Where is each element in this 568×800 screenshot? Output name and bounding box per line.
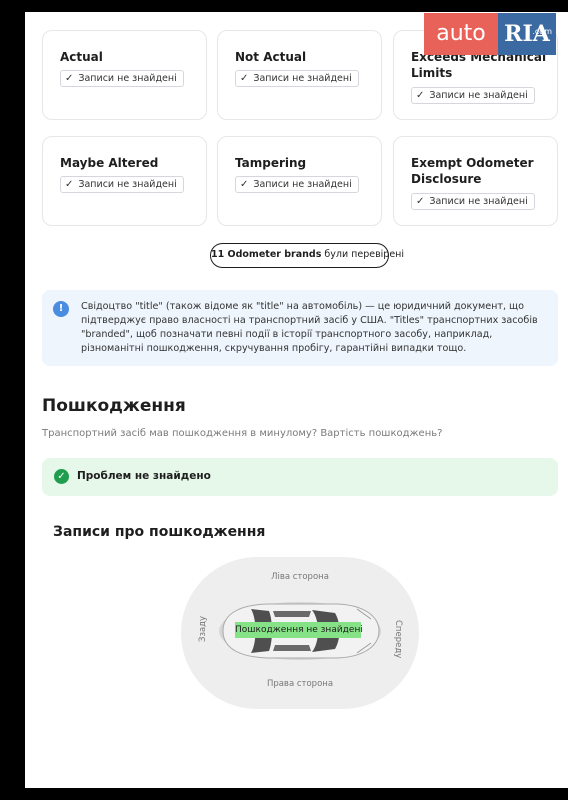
damage-diagram: Ліва сторона Ззаду Спереду Пошкодження н… (181, 557, 419, 709)
status-badge: ✓ Записи не знайдені (60, 176, 184, 193)
odometer-card-exempt-disclosure: Exempt Odometer Disclosure ✓ Записи не зн… (393, 136, 558, 226)
title-info-note: ! Свідоцтво "title" (також відоме як "ti… (42, 290, 558, 366)
status-badge: ✓ Записи не знайдені (235, 70, 359, 87)
check-icon: ✓ (240, 73, 249, 84)
label-right-side: Права сторона (266, 679, 334, 689)
damage-result-label: Пошкодження не знайдені (235, 622, 363, 638)
report-page: Actual ✓ Записи не знайдені Not Actual ✓ З… (25, 12, 568, 788)
logo-auto-text: auto (424, 13, 498, 55)
check-circle-icon: ✓ (54, 469, 69, 484)
check-icon: ✓ (65, 73, 74, 84)
label-front: Спереду (393, 620, 403, 659)
section-subtitle: Транспортний засіб мав пошкодження в мин… (42, 428, 443, 439)
odometer-card-actual: Actual ✓ Записи не знайдені (42, 30, 207, 120)
check-icon: ✓ (240, 179, 249, 190)
status-badge: ✓ Записи не знайдені (235, 176, 359, 193)
logo-ria-text: RIA .com (498, 13, 556, 55)
label-left-side: Ліва сторона (271, 572, 329, 582)
check-icon: ✓ (65, 179, 74, 190)
status-badge: ✓ Записи не знайдені (60, 70, 184, 87)
odometer-card-not-actual: Not Actual ✓ Записи не знайдені (217, 30, 382, 120)
card-title: Not Actual (235, 50, 307, 64)
check-icon: ✓ (416, 196, 425, 207)
info-text: Свідоцтво "title" (також відоме як "titl… (81, 301, 538, 354)
no-problems-banner: ✓ Проблем не знайдено (42, 458, 558, 496)
odometer-card-maybe-altered: Maybe Altered ✓ Записи не знайдені (42, 136, 207, 226)
card-title: Actual (60, 50, 103, 64)
section-title: Пошкодження (42, 396, 186, 416)
card-title: Maybe Altered (60, 156, 159, 170)
no-problems-text: Проблем не знайдено (77, 470, 211, 482)
check-icon: ✓ (416, 90, 425, 101)
status-badge: ✓ Записи не знайдені (411, 87, 535, 104)
status-badge: ✓ Записи не знайдені (411, 193, 535, 210)
label-rear: Ззаду (198, 615, 208, 642)
brands-checked-pill: 11 Odometer brands були перевірені (210, 243, 404, 268)
card-title: Tampering (235, 156, 307, 170)
info-icon: ! (53, 301, 69, 317)
card-title: Exempt Odometer Disclosure (411, 156, 534, 186)
damage-records-title: Записи про пошкодження (53, 524, 266, 540)
autoria-logo[interactable]: auto RIA .com (424, 13, 556, 55)
odometer-card-tampering: Tampering ✓ Записи не знайдені (217, 136, 382, 226)
